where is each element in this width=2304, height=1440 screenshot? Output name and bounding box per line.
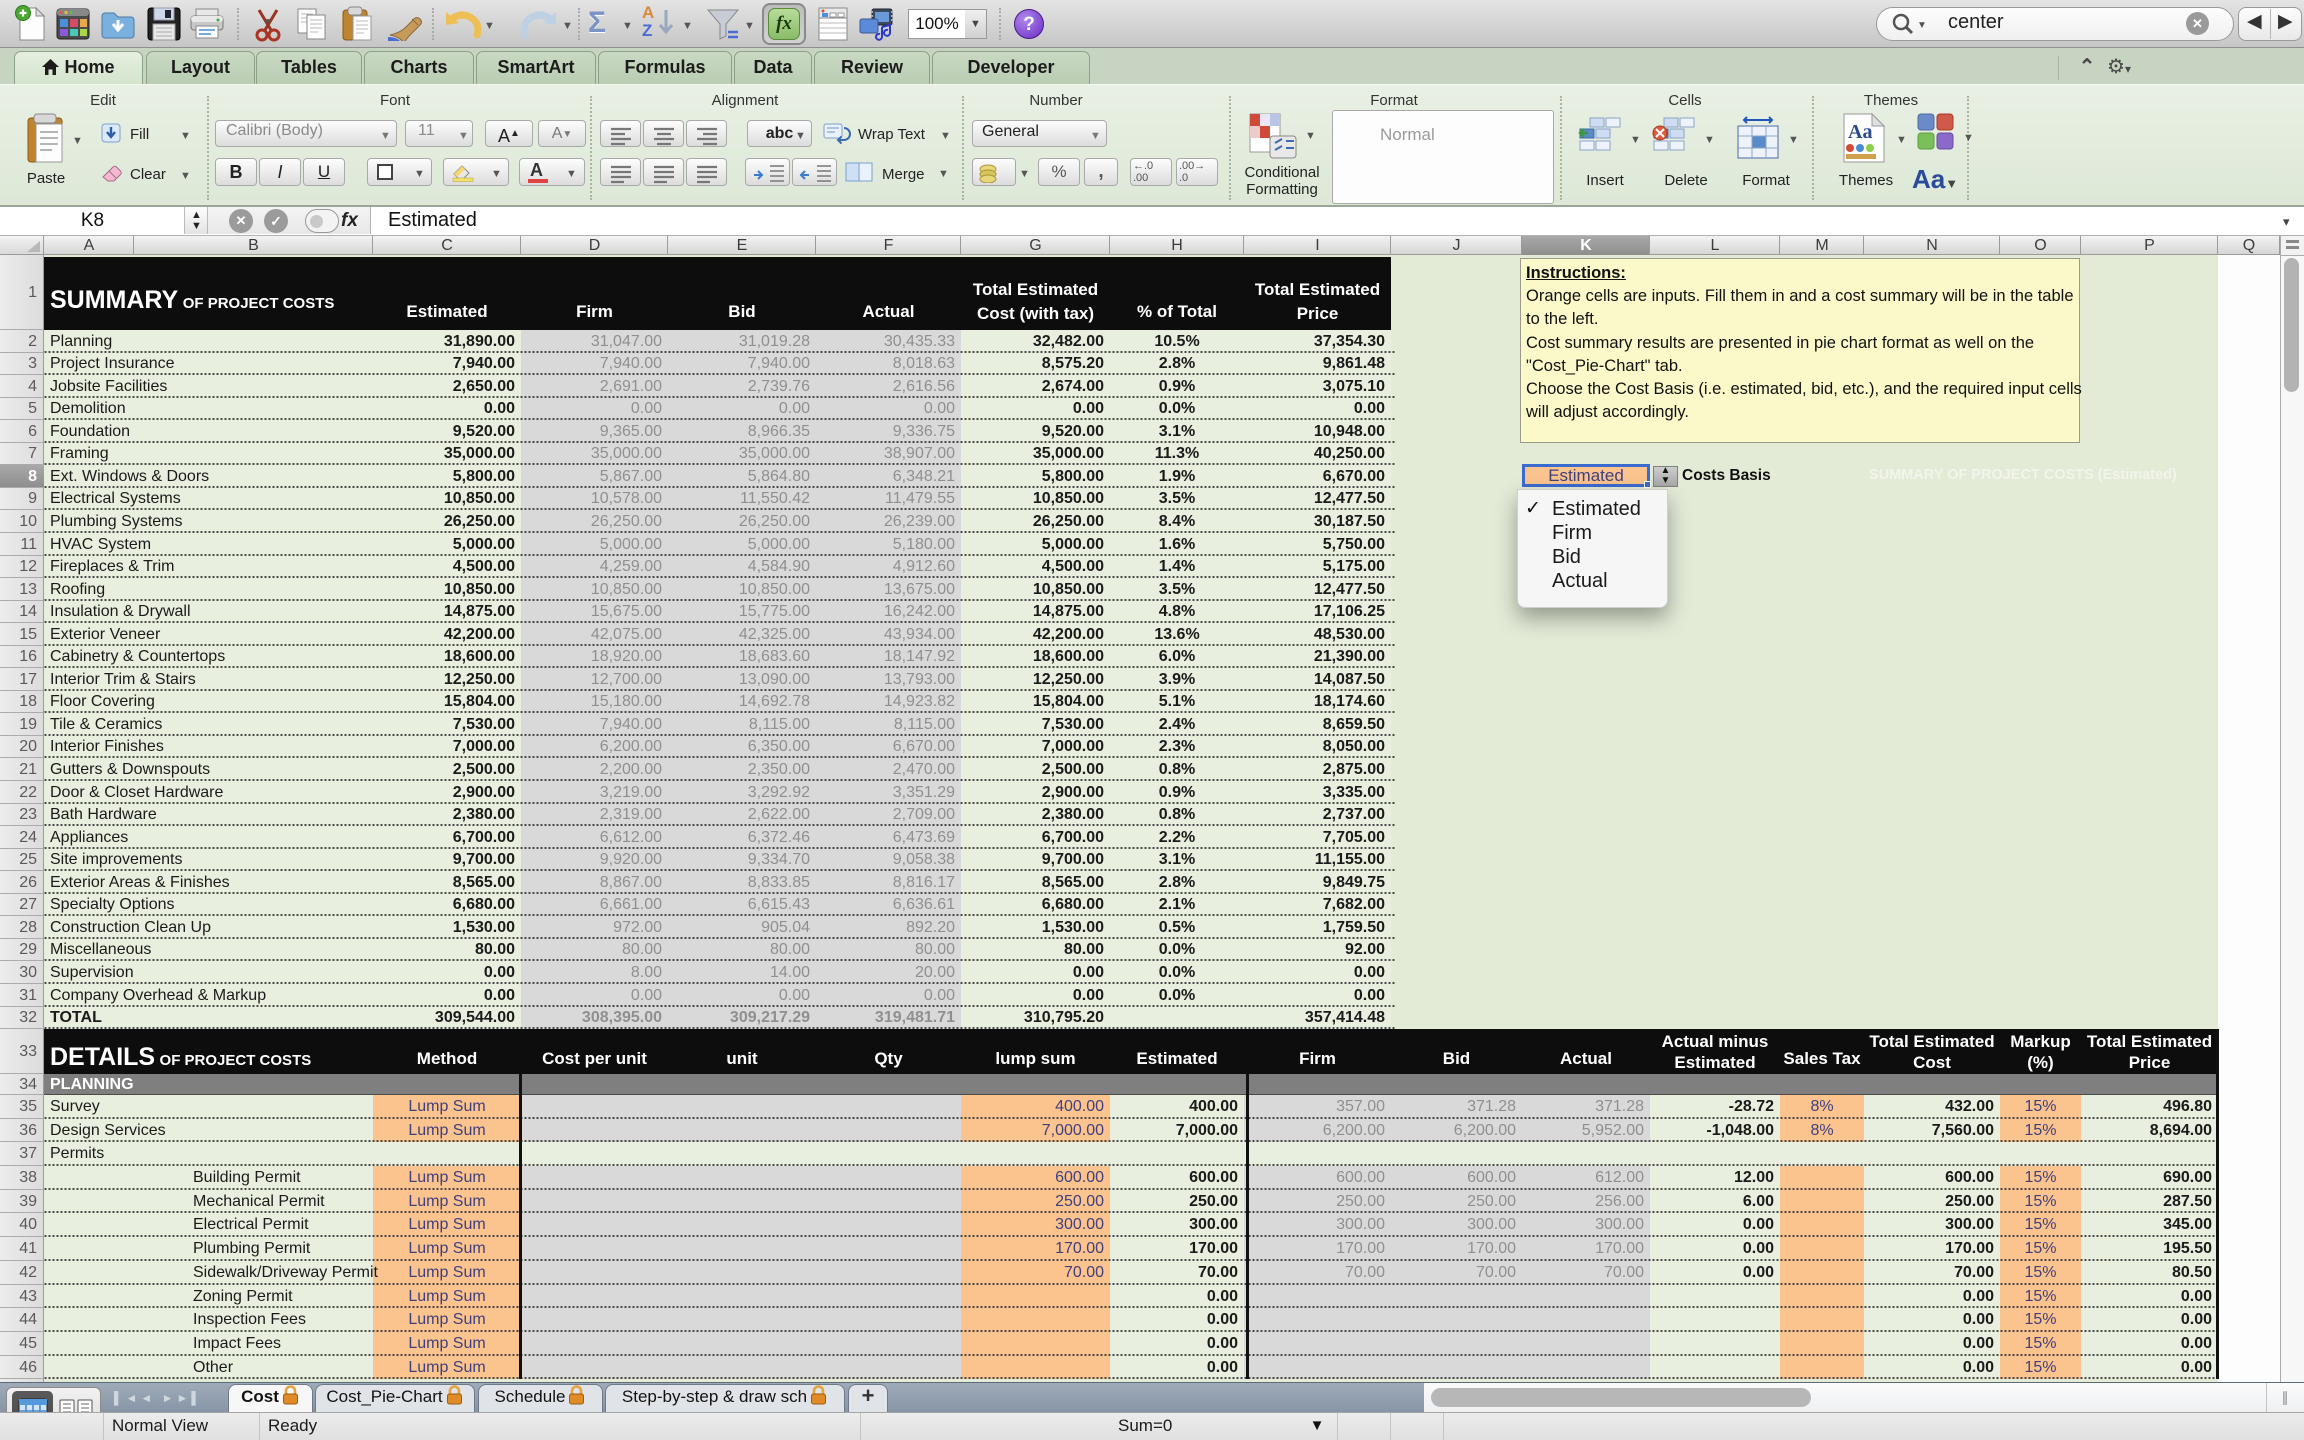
svg-text:Aa: Aa bbox=[1848, 121, 1872, 143]
